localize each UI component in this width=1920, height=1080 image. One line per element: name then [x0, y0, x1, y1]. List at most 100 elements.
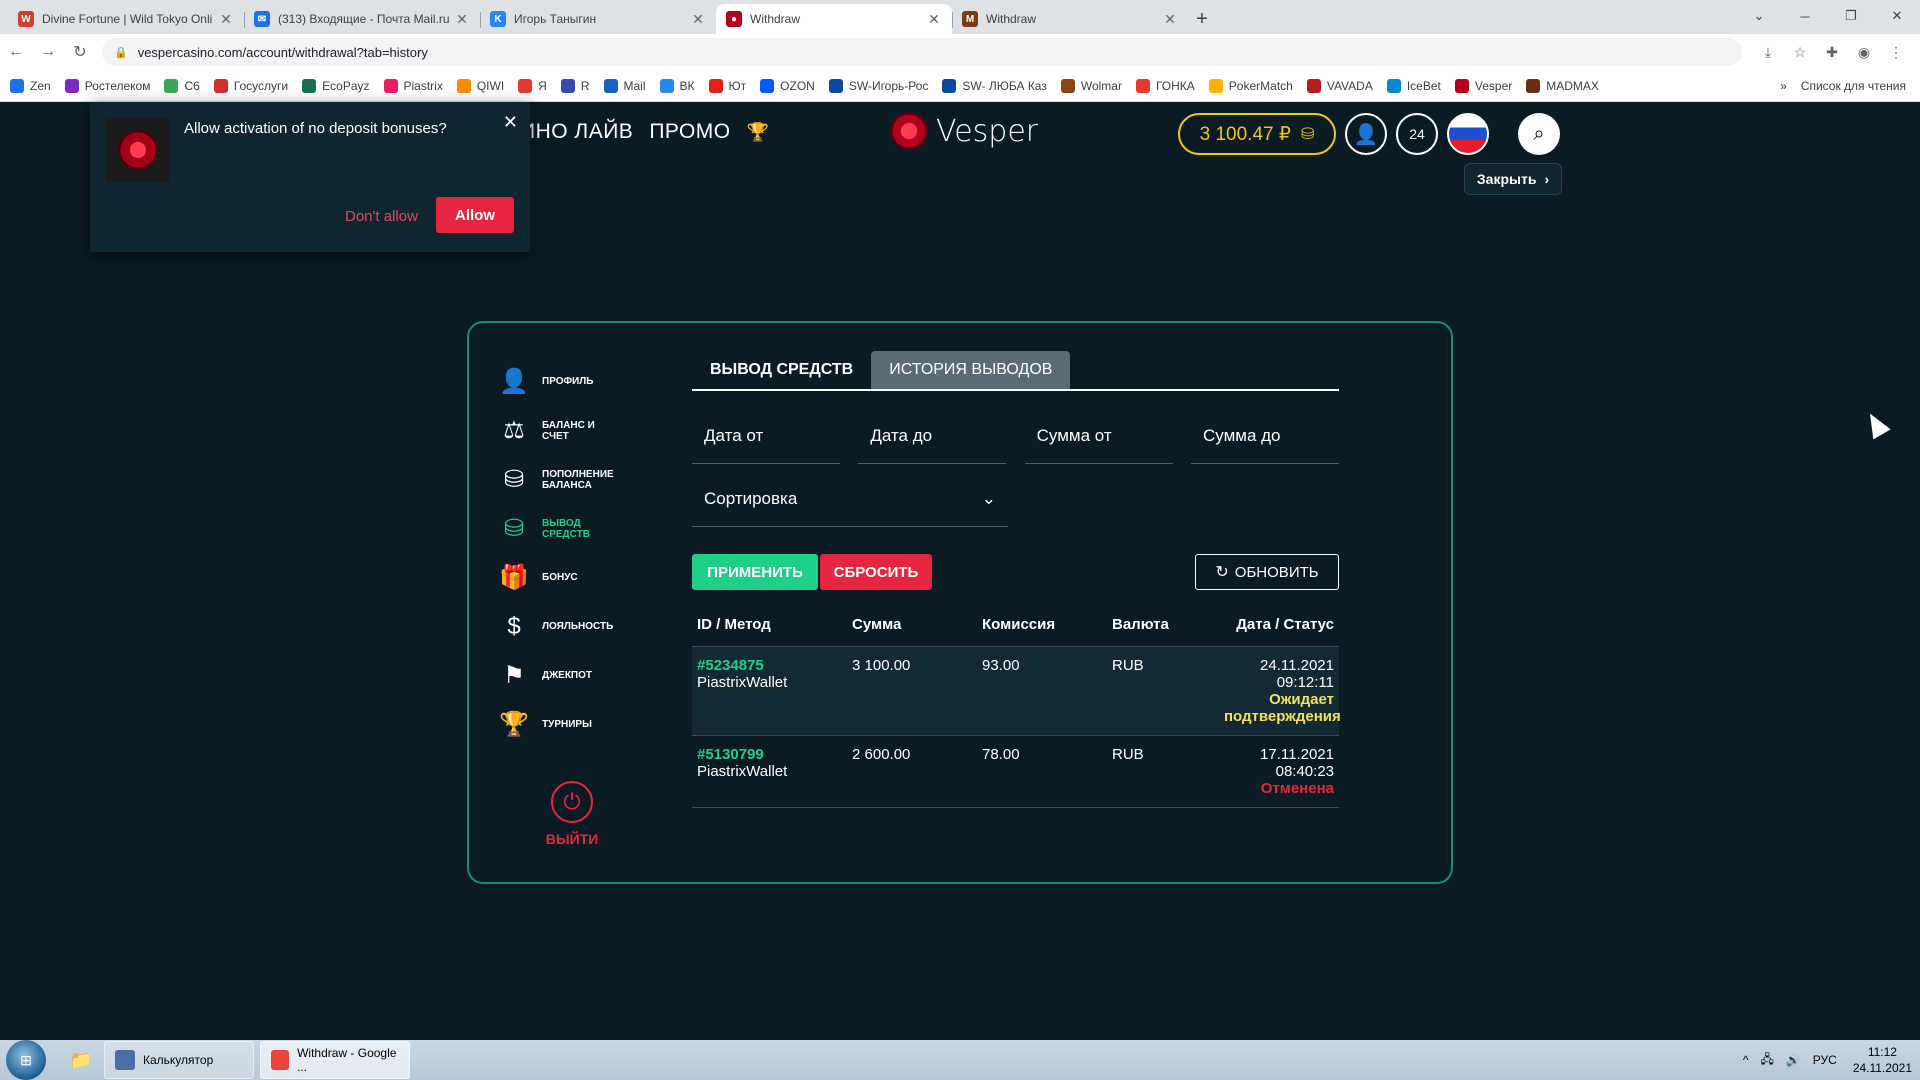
bookmark-0[interactable]: Zen [10, 78, 51, 93]
sidebar-item-deposit[interactable]: ⛁ Пополнение баланса [497, 455, 657, 504]
tab-search-icon[interactable]: ⌄ [1736, 0, 1782, 32]
language-indicator[interactable]: РУС [1813, 1053, 1837, 1067]
close-icon[interactable]: ✕ [503, 112, 518, 133]
start-button-icon[interactable]: ⊞ [6, 1040, 46, 1080]
sum-from-input[interactable]: Сумма от [1024, 409, 1173, 464]
bookmark-15[interactable]: Wolmar [1060, 78, 1122, 93]
minimize-button[interactable]: ─ [1782, 0, 1828, 32]
browser-tab-2[interactable]: K Игорь Таныгин ✕ [480, 4, 716, 34]
logout-button[interactable]: ⏻ ВЫЙТИ [527, 781, 617, 847]
network-icon[interactable]: 🖧 [1760, 1050, 1773, 1071]
dont-allow-button[interactable]: Don't allow [345, 208, 418, 225]
reset-button[interactable]: СБРОСИТЬ [820, 554, 932, 590]
extensions-icon[interactable]: ✚ [1816, 44, 1848, 61]
taskbar-app-0[interactable]: Калькулятор [104, 1041, 254, 1079]
user-profile-icon[interactable]: 👤 [1345, 113, 1387, 155]
bookmark-17[interactable]: PokerMatch [1208, 78, 1293, 93]
browser-tab-3[interactable]: ● Withdraw ✕ [716, 4, 952, 34]
tab-favicon-icon: M [962, 11, 978, 27]
file-explorer-icon[interactable]: 📁 [64, 1045, 98, 1075]
date-to-input[interactable]: Дата до [858, 409, 1007, 464]
bookmark-19[interactable]: IceBet [1386, 78, 1441, 93]
menu-icon[interactable]: ⋮ [1880, 44, 1912, 61]
withdrawal-id[interactable]: #5130799 [697, 746, 842, 763]
language-flag-ru-icon[interactable] [1447, 113, 1489, 155]
bookmark-3[interactable]: Госуслуги [213, 78, 288, 93]
date-from-input[interactable]: Дата от [692, 409, 840, 464]
browser-tab-1[interactable]: ✉ (313) Входящие - Почта Mail.ru ✕ [244, 4, 480, 34]
forward-icon[interactable]: → [32, 43, 64, 61]
bookmark-11[interactable]: Ют [708, 78, 746, 93]
tab-withdraw[interactable]: ВЫВОД СРЕДСТВ [692, 351, 871, 389]
bookmarks-more-icon[interactable]: » [1780, 79, 1787, 93]
sidebar-item-withdraw[interactable]: ⛁ Вывод средств [497, 504, 657, 553]
withdrawal-id[interactable]: #5234875 [697, 657, 842, 674]
tab-close-icon[interactable]: ✕ [926, 11, 942, 28]
lock-icon[interactable]: 🔒 [114, 46, 128, 59]
tab-close-icon[interactable]: ✕ [454, 11, 470, 28]
allow-button[interactable]: Allow [436, 197, 514, 233]
trophy-icon[interactable]: 🏆 [747, 122, 770, 143]
sidebar-item-profile[interactable]: 👤 Профиль [497, 357, 657, 406]
apply-button[interactable]: ПРИМЕНИТЬ [692, 554, 818, 590]
volume-icon[interactable]: 🔊 [1786, 1053, 1801, 1067]
restore-button[interactable]: ❐ [1828, 0, 1874, 32]
tab-history[interactable]: ИСТОРИЯ ВЫВОДОВ [871, 351, 1071, 389]
nav-live-casino[interactable]: ИНО ЛАЙВ [520, 120, 633, 144]
bookmark-20[interactable]: Vesper [1454, 78, 1512, 93]
install-icon[interactable]: ⤓ [1752, 44, 1784, 61]
tab-close-icon[interactable]: ✕ [218, 11, 234, 28]
search-icon[interactable]: ⌕ [1518, 113, 1560, 155]
bookmark-8[interactable]: R [560, 78, 590, 93]
reload-icon[interactable]: ↻ [64, 42, 96, 62]
new-tab-button[interactable]: + [1188, 4, 1216, 34]
browser-tab-4[interactable]: M Withdraw ✕ [952, 4, 1188, 34]
bookmark-10[interactable]: ВК [659, 78, 695, 93]
taskbar-app-1[interactable]: Withdraw - Google ... [260, 1041, 410, 1079]
bookmark-2[interactable]: C6 [164, 78, 200, 93]
tab-close-icon[interactable]: ✕ [690, 11, 706, 28]
close-window-button[interactable]: ✕ [1874, 0, 1920, 32]
nav-promo[interactable]: ПРОМО [649, 120, 730, 144]
browser-tab-0[interactable]: W Divine Fortune | Wild Tokyo Onli ✕ [8, 4, 244, 34]
table-row[interactable]: #5234875 PiastrixWallet 3 100.00 93.00 RUB 24… [692, 646, 1341, 735]
back-icon[interactable]: ← [0, 43, 32, 61]
close-button[interactable]: Закрыть › [1464, 163, 1562, 195]
sidebar-item-loyalty[interactable]: $ Лояльность [497, 602, 657, 651]
bookmark-6[interactable]: QIWI [456, 78, 504, 93]
bookmark-1[interactable]: Ростелеком [64, 78, 150, 93]
tab-close-icon[interactable]: ✕ [1162, 11, 1178, 28]
sum-to-input[interactable]: Сумма до [1190, 409, 1339, 464]
profile-avatar-icon[interactable]: ◉ [1848, 44, 1880, 61]
address-bar[interactable]: 🔒 vespercasino.com/account/withdrawal?ta… [102, 38, 1742, 66]
bookmark-star-icon[interactable]: ☆ [1784, 44, 1816, 61]
clock[interactable]: 11:12 24.11.2021 [1853, 1044, 1912, 1076]
sidebar-item-tournaments[interactable]: 🏆 Турниры [497, 700, 657, 749]
power-icon: ⏻ [551, 781, 593, 823]
bookmark-12[interactable]: OZON [760, 78, 815, 93]
sort-select[interactable]: Сортировка ⌄ [692, 472, 1008, 527]
bookmark-4[interactable]: EcoPayz [302, 78, 370, 93]
bookmark-21[interactable]: MADMAX [1526, 78, 1599, 93]
refresh-button[interactable]: ↻ ОБНОВИТЬ [1195, 554, 1339, 590]
sidebar-item-balance[interactable]: ⚖ Баланс и счет [497, 406, 657, 455]
sidebar-item-label: Баланс и счет [542, 419, 595, 442]
tournaments-icon: 🏆 [499, 711, 529, 738]
bookmark-16[interactable]: ГОНКА [1135, 78, 1195, 93]
bookmark-18[interactable]: VAVADA [1306, 78, 1373, 93]
cell-currency: RUB [1112, 745, 1144, 763]
sidebar-item-jackpot[interactable]: ⚑ Джекпот [497, 651, 657, 700]
bookmark-5[interactable]: Piastrix [383, 78, 443, 93]
bookmark-13[interactable]: SW-Игорь-Рос [828, 78, 928, 93]
bookmark-7[interactable]: Я [518, 78, 547, 93]
bookmark-14[interactable]: SW- ЛЮБА Каз [942, 78, 1047, 93]
tray-chevron-icon[interactable]: ^ [1743, 1053, 1749, 1067]
balance-badge[interactable]: 3 100.47 ₽ ⛁ [1178, 113, 1336, 155]
bookmark-9[interactable]: Mail [603, 78, 646, 93]
table-row[interactable]: #5130799 PiastrixWallet 2 600.00 78.00 RUB 17… [692, 735, 1339, 807]
sidebar-item-bonus[interactable]: 🎁 Бонус [497, 553, 657, 602]
reading-list-link[interactable]: Список для чтения [1801, 79, 1906, 93]
support-24-icon[interactable]: 24 [1396, 113, 1438, 155]
wallet-icon: ⛁ [1300, 126, 1315, 143]
site-logo[interactable]: Vesper [890, 112, 1038, 150]
